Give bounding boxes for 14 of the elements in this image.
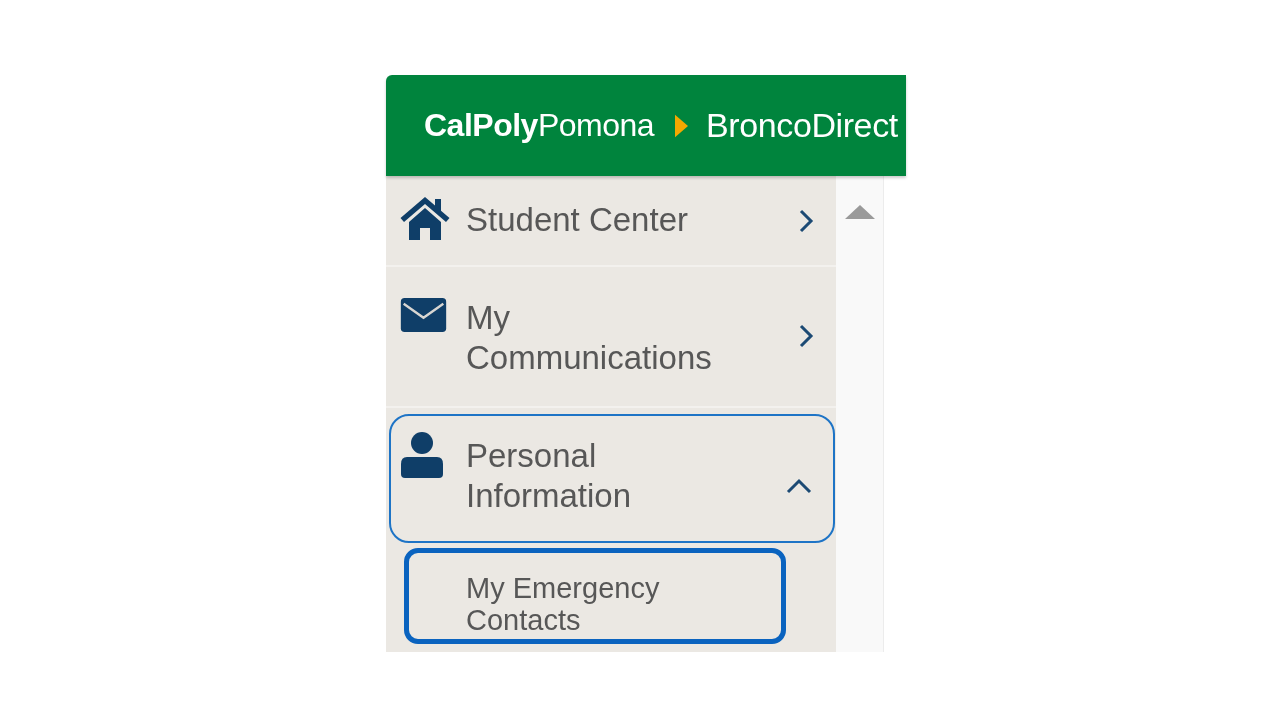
triangle-icon — [675, 113, 689, 138]
envelope-icon — [400, 298, 447, 333]
chevron-right-icon — [798, 207, 814, 234]
sidebar-item[interactable]: My Communications — [386, 267, 836, 409]
sidebar-item[interactable]: Student Center — [386, 176, 836, 268]
sidebar-item[interactable]: Personal Information — [389, 414, 835, 543]
house-icon — [400, 196, 450, 240]
chevron-up-icon — [785, 477, 813, 494]
app-title: BroncoDirect — [706, 106, 898, 145]
university-logo-text: CalPolyPomona — [424, 107, 655, 144]
chevron-right-icon — [798, 323, 814, 350]
person-icon — [401, 432, 443, 479]
scroll-up-icon[interactable] — [844, 205, 875, 219]
submenu-item[interactable]: My Emergency Contacts — [404, 548, 786, 644]
